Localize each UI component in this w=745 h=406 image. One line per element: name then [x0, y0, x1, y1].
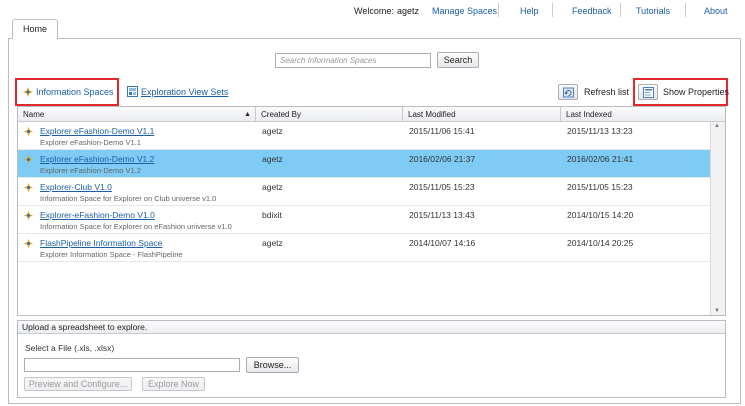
- row-description: Explorer eFashion-Demo V1.2: [40, 166, 141, 175]
- info-spaces-tab[interactable]: Information Spaces: [36, 87, 114, 97]
- sort-up-icon: ▲: [244, 111, 251, 118]
- row-last-modified: 2015/11/05 15:23: [409, 182, 475, 192]
- info-space-icon: [23, 210, 34, 223]
- row-last-indexed: 2014/10/14 20:25: [567, 238, 634, 248]
- row-created-by: agetz: [262, 182, 283, 192]
- user-name: agetz: [397, 6, 420, 16]
- column-header-last-indexed[interactable]: Last Indexed: [561, 107, 725, 122]
- browse-button[interactable]: Browse...: [246, 357, 299, 373]
- column-header-last-modified[interactable]: Last Modified: [403, 107, 561, 122]
- refresh-list-label[interactable]: Refresh list: [584, 87, 629, 97]
- row-description: Information Space for Explorer on Club u…: [40, 194, 217, 203]
- exploration-sets-icon: [127, 86, 138, 99]
- welcome-label: Welcome:: [354, 6, 394, 16]
- row-description: Information Space for Explorer on eFashi…: [40, 222, 232, 231]
- upload-title: Upload a spreadsheet to explore.: [18, 321, 725, 334]
- table-header: Name ▲ Created By Last Modified Last Ind…: [18, 107, 725, 122]
- row-last-modified: 2015/11/13 13:43: [409, 210, 475, 220]
- row-description: Explorer Information Space - FlashPipeli…: [40, 250, 183, 259]
- row-created-by: bdixit: [262, 210, 282, 220]
- row-created-by: agetz: [262, 154, 283, 164]
- row-description: Explorer eFashion-Demo V1.1: [40, 138, 141, 147]
- exploration-view-sets-link[interactable]: Exploration View Sets: [141, 87, 228, 97]
- row-name-link[interactable]: Explorer-Club V1.0: [40, 182, 112, 192]
- show-properties-button[interactable]: [638, 84, 658, 100]
- table-row[interactable]: FlashPipeline Information Space Explorer …: [18, 234, 710, 262]
- row-last-indexed: 2016/02/06 21:41: [567, 154, 634, 164]
- properties-icon: [643, 87, 654, 100]
- explore-now-button[interactable]: Explore Now: [142, 377, 205, 391]
- nav-feedback[interactable]: Feedback: [572, 6, 612, 16]
- table-row[interactable]: Explorer-Club V1.0 Information Space for …: [18, 178, 710, 206]
- scroll-down-icon[interactable]: ▼: [714, 308, 720, 314]
- nav-divider: [685, 3, 686, 17]
- row-created-by: agetz: [262, 238, 283, 248]
- refresh-icon: [563, 87, 574, 100]
- vertical-scrollbar[interactable]: ▲ ▼: [710, 122, 725, 315]
- row-last-indexed: 2015/11/05 15:23: [567, 182, 633, 192]
- row-last-modified: 2014/10/07 14:16: [409, 238, 476, 248]
- info-spaces-icon: [22, 86, 34, 100]
- nav-divider: [552, 3, 553, 17]
- column-header-name[interactable]: Name ▲: [18, 107, 256, 122]
- file-label: Select a File (.xls, .xlsx): [25, 343, 115, 353]
- nav-tutorials[interactable]: Tutorials: [636, 6, 670, 16]
- row-name-link[interactable]: FlashPipeline Information Space: [40, 238, 162, 248]
- preview-configure-button[interactable]: Preview and Configure...: [24, 377, 132, 391]
- column-header-created-by[interactable]: Created By: [256, 107, 403, 122]
- row-name-link[interactable]: Explorer eFashion-Demo V1.1: [40, 126, 154, 136]
- info-space-icon: [23, 238, 34, 251]
- row-last-modified: 2016/02/06 21:37: [409, 154, 476, 164]
- nav-divider: [620, 3, 621, 17]
- file-path-input[interactable]: [24, 358, 240, 372]
- row-last-indexed: 2014/10/15 14:20: [567, 210, 634, 220]
- table-row[interactable]: Explorer eFashion-Demo V1.2 Explorer eFas…: [18, 150, 710, 178]
- row-name-link[interactable]: Explorer-eFashion-Demo V1.0: [40, 210, 155, 220]
- search-input[interactable]: Search Information Spaces: [275, 53, 431, 68]
- info-spaces-table: Name ▲ Created By Last Modified Last Ind…: [17, 106, 726, 316]
- top-bar: Welcome: agetz Manage Spaces Help Feedba…: [0, 0, 745, 38]
- nav-manage-spaces[interactable]: Manage Spaces: [432, 6, 497, 16]
- table-row[interactable]: Explorer eFashion-Demo V1.1 Explorer eFas…: [18, 122, 710, 150]
- row-last-indexed: 2015/11/13 13:23: [567, 126, 633, 136]
- nav-divider: [498, 3, 499, 17]
- upload-panel: Upload a spreadsheet to explore. Select …: [17, 320, 726, 398]
- row-created-by: agetz: [262, 126, 283, 136]
- nav-help[interactable]: Help: [520, 6, 539, 16]
- refresh-button[interactable]: [558, 84, 578, 100]
- row-name-link[interactable]: Explorer eFashion-Demo V1.2: [40, 154, 154, 164]
- table-row[interactable]: Explorer-eFashion-Demo V1.0 Information S…: [18, 206, 710, 234]
- scroll-up-icon[interactable]: ▲: [714, 123, 720, 129]
- info-space-icon: [23, 182, 34, 195]
- info-space-icon: [23, 154, 34, 167]
- show-properties-label[interactable]: Show Properties: [663, 87, 729, 97]
- row-last-modified: 2015/11/06 15:41: [409, 126, 475, 136]
- nav-about[interactable]: About: [704, 6, 728, 16]
- search-button[interactable]: Search: [437, 52, 479, 68]
- info-space-icon: [23, 126, 34, 139]
- tab-home[interactable]: Home: [12, 19, 58, 39]
